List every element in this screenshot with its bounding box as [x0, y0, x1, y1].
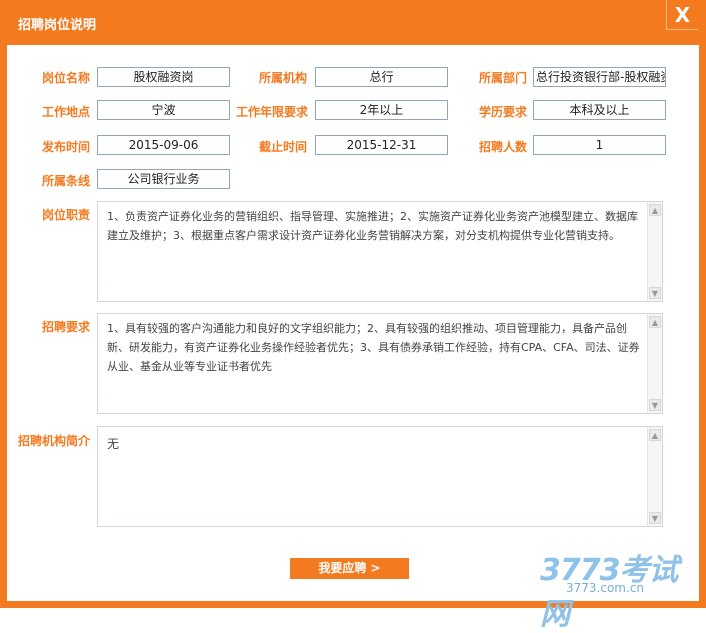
requirements-scrollbar[interactable]: ▲ ▼ [647, 314, 662, 413]
duties-label: 岗位职责 [42, 208, 91, 222]
education-label: 学历要求 [479, 105, 528, 119]
headcount-label: 招聘人数 [479, 140, 528, 154]
publish-date-label: 发布时间 [42, 140, 91, 154]
headcount-field[interactable]: 1 [533, 135, 666, 155]
close-button[interactable]: X [666, 0, 698, 30]
scroll-up-icon[interactable]: ▲ [649, 204, 661, 216]
organization-label: 所属机构 [259, 71, 308, 85]
watermark-sub-text: 3773.com.cn [566, 581, 644, 595]
org-intro-text: 无 [107, 437, 120, 451]
scroll-down-icon[interactable]: ▼ [649, 512, 661, 524]
site-watermark: 3773考试网 3773.com.cn [540, 545, 700, 632]
department-label: 所属部门 [479, 71, 528, 85]
scroll-down-icon[interactable]: ▼ [649, 399, 661, 411]
duties-scrollbar[interactable]: ▲ ▼ [647, 202, 662, 301]
duties-textarea[interactable]: 1、负责资产证券化业务的营销组织、指导管理、实施推进；2、实施资产证券化业务资产… [97, 201, 663, 302]
requirements-textarea[interactable]: 1、具有较强的客户沟通能力和良好的文字组织能力；2、具有较强的组织推动、项目管理… [97, 313, 663, 414]
business-line-field[interactable]: 公司银行业务 [97, 169, 230, 189]
deadline-label: 截止时间 [259, 140, 308, 154]
education-field[interactable]: 本科及以上 [533, 100, 666, 120]
duties-text: 1、负责资产证券化业务的营销组织、指导管理、实施推进；2、实施资产证券化业务资产… [107, 210, 638, 242]
apply-button[interactable]: 我要应聘 > [290, 558, 409, 579]
work-location-field[interactable]: 宁波 [97, 100, 230, 120]
organization-field[interactable]: 总行 [315, 67, 448, 87]
org-intro-textarea[interactable]: 无 ▲ ▼ [97, 426, 663, 527]
org-intro-label: 招聘机构简介 [18, 434, 91, 448]
position-name-label: 岗位名称 [42, 71, 91, 85]
experience-label: 工作年限要求 [236, 105, 309, 119]
requirements-text: 1、具有较强的客户沟通能力和良好的文字组织能力；2、具有较强的组织推动、项目管理… [107, 322, 640, 373]
dialog-title: 招聘岗位说明 [18, 18, 97, 33]
scroll-up-icon[interactable]: ▲ [649, 429, 661, 441]
scroll-up-icon[interactable]: ▲ [649, 316, 661, 328]
business-line-label: 所属条线 [42, 174, 91, 188]
scroll-down-icon[interactable]: ▼ [649, 287, 661, 299]
work-location-label: 工作地点 [42, 105, 91, 119]
department-field[interactable]: 总行投资银行部-股权融资 [533, 67, 666, 87]
publish-date-field[interactable]: 2015-09-06 [97, 135, 230, 155]
requirements-label: 招聘要求 [42, 320, 91, 334]
org-intro-scrollbar[interactable]: ▲ ▼ [647, 427, 662, 526]
deadline-field[interactable]: 2015-12-31 [315, 135, 448, 155]
experience-field[interactable]: 2年以上 [315, 100, 448, 120]
position-name-field[interactable]: 股权融资岗 [97, 67, 230, 87]
dialog-titlebar: 招聘岗位说明 [0, 0, 706, 45]
